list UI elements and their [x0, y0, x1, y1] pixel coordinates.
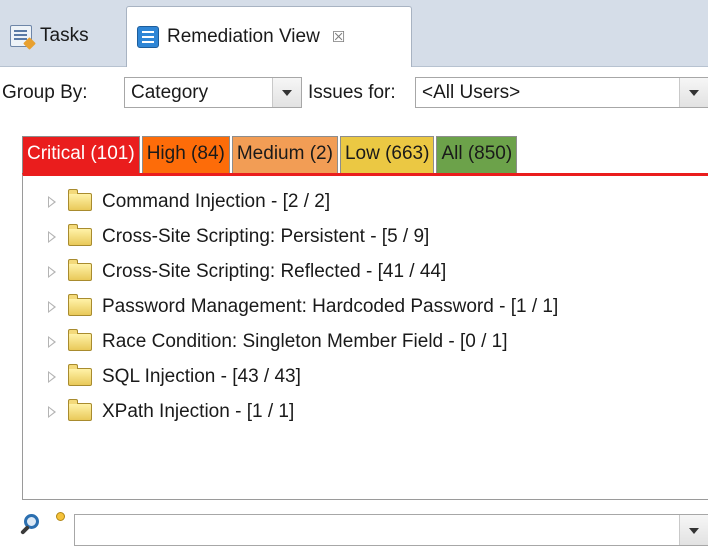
tree-node[interactable]: XPath Injection - [1 / 1] [23, 397, 294, 427]
tab-medium[interactable]: Medium (2) [231, 136, 338, 174]
folder-icon [68, 259, 92, 281]
tasks-icon [10, 25, 32, 47]
tab-high[interactable]: High (84) [141, 136, 230, 174]
tree-node-label: Cross-Site Scripting: Persistent - [5 / … [102, 226, 430, 247]
group-by-select[interactable]: Category [124, 77, 302, 108]
expand-arrow-icon[interactable] [48, 406, 56, 418]
search-icon[interactable] [20, 512, 52, 544]
tree-node-label: Cross-Site Scripting: Reflected - [41 / … [102, 261, 447, 282]
expand-arrow-icon[interactable] [48, 266, 56, 278]
tab-critical[interactable]: Critical (101) [22, 136, 140, 174]
tab-all[interactable]: All (850) [436, 136, 518, 174]
tab-tasks[interactable]: Tasks [0, 6, 126, 66]
tree-node-label: XPath Injection - [1 / 1] [102, 401, 295, 422]
tree-node[interactable]: Race Condition: Singleton Member Field -… [23, 327, 508, 357]
filter-bar: Group By: Category Issues for: <All User… [0, 74, 708, 112]
tab-remediation-view[interactable]: Remediation View ☒ [126, 6, 412, 67]
tab-remediation-view-label: Remediation View [167, 26, 320, 47]
magnifier-handle [20, 525, 30, 535]
expand-arrow-icon[interactable] [48, 231, 56, 243]
issues-for-select[interactable]: <All Users> [415, 77, 708, 108]
tree-node[interactable]: Cross-Site Scripting: Reflected - [41 / … [23, 257, 446, 287]
issue-category-tree[interactable]: Command Injection - [2 / 2] Cross-Site S… [22, 173, 708, 500]
folder-icon [68, 329, 92, 351]
tab-low[interactable]: Low (663) [339, 136, 435, 174]
remediation-view-icon [137, 26, 159, 48]
folder-icon [68, 399, 92, 421]
folder-icon [68, 364, 92, 386]
folder-icon [68, 294, 92, 316]
view-tab-bar: Tasks Remediation View ☒ [0, 0, 708, 67]
tree-node-label: Password Management: Hardcoded Password … [102, 296, 559, 317]
tree-node[interactable]: SQL Injection - [43 / 43] [23, 362, 301, 392]
chevron-down-icon[interactable] [679, 78, 708, 107]
tree-node-label: Command Injection - [2 / 2] [102, 191, 331, 212]
close-tab-icon[interactable]: ☒ [332, 28, 345, 46]
issues-for-value: <All Users> [422, 82, 521, 103]
priority-tabs: Critical (101) High (84) Medium (2) Low … [22, 136, 519, 174]
group-by-label: Group By: [2, 82, 88, 103]
chevron-down-icon[interactable] [272, 78, 301, 107]
search-input[interactable] [79, 515, 663, 545]
issues-for-label: Issues for: [308, 82, 396, 103]
tree-node-label: Race Condition: Singleton Member Field -… [102, 331, 508, 352]
search-combo[interactable] [74, 514, 708, 546]
folder-icon [68, 224, 92, 246]
tree-node[interactable]: Password Management: Hardcoded Password … [23, 292, 558, 322]
expand-arrow-icon[interactable] [48, 336, 56, 348]
tree-node[interactable]: Command Injection - [2 / 2] [23, 187, 330, 217]
chevron-down-icon[interactable] [679, 515, 708, 545]
expand-arrow-icon[interactable] [48, 301, 56, 313]
group-by-value: Category [131, 82, 209, 103]
hint-bulb-icon [56, 512, 65, 524]
tree-node[interactable]: Cross-Site Scripting: Persistent - [5 / … [23, 222, 429, 252]
tab-tasks-label: Tasks [40, 25, 89, 46]
expand-arrow-icon[interactable] [48, 196, 56, 208]
tree-node-label: SQL Injection - [43 / 43] [102, 366, 301, 387]
folder-icon [68, 189, 92, 211]
expand-arrow-icon[interactable] [48, 371, 56, 383]
